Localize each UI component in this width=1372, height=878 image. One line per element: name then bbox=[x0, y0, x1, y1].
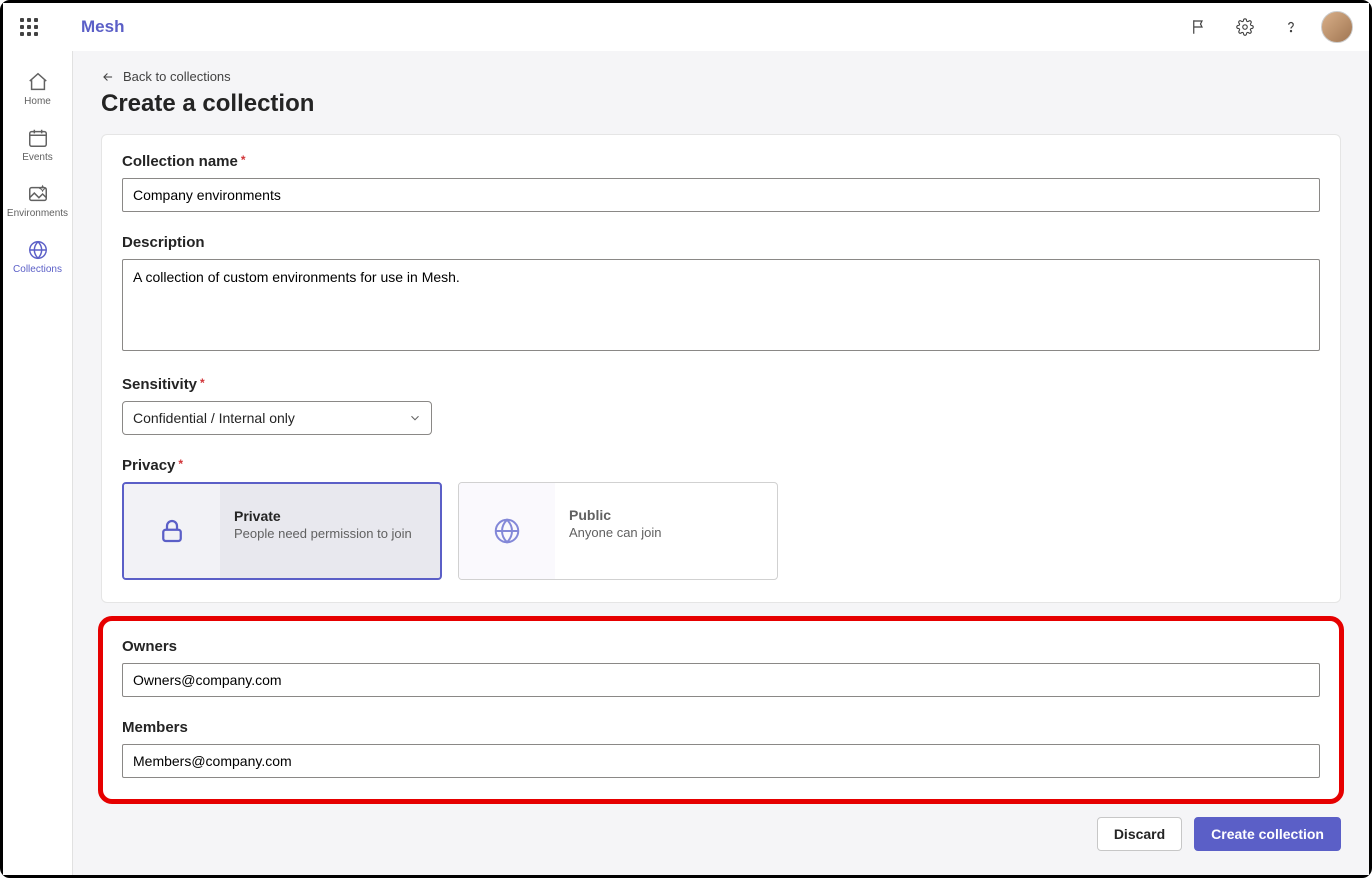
back-label: Back to collections bbox=[123, 69, 231, 84]
lock-icon bbox=[157, 516, 187, 546]
nav-rail: Home Events Environments Collections bbox=[3, 51, 73, 875]
label-description: Description bbox=[122, 234, 1320, 251]
help-button[interactable] bbox=[1275, 11, 1307, 43]
page-title: Create a collection bbox=[101, 90, 1341, 118]
globe-icon bbox=[26, 238, 50, 262]
privacy-desc: Anyone can join bbox=[569, 525, 765, 540]
rail-item-collections[interactable]: Collections bbox=[5, 233, 71, 279]
feedback-button[interactable] bbox=[1183, 11, 1215, 43]
sensitivity-value: Confidential / Internal only bbox=[133, 410, 295, 426]
gear-icon bbox=[1236, 18, 1254, 36]
back-link[interactable]: Back to collections bbox=[101, 69, 231, 84]
label-owners: Owners bbox=[122, 638, 1320, 655]
privacy-option-private[interactable]: Private People need permission to join bbox=[122, 482, 442, 580]
collection-name-input[interactable] bbox=[122, 178, 1320, 212]
topbar-actions bbox=[1183, 11, 1359, 43]
owners-input[interactable] bbox=[122, 663, 1320, 697]
label-sensitivity: Sensitivity* bbox=[122, 376, 1320, 393]
globe-icon bbox=[492, 516, 522, 546]
settings-button[interactable] bbox=[1229, 11, 1261, 43]
rail-label: Home bbox=[24, 96, 51, 107]
rail-item-environments[interactable]: Environments bbox=[5, 177, 71, 223]
required-indicator: * bbox=[241, 153, 246, 167]
form-card: Collection name* Description Sensitivity… bbox=[101, 134, 1341, 603]
main-content: Back to collections Create a collection … bbox=[73, 51, 1369, 875]
rail-label: Collections bbox=[13, 264, 62, 275]
footer-actions: Discard Create collection bbox=[101, 817, 1341, 851]
sensitivity-select[interactable]: Confidential / Internal only bbox=[122, 401, 432, 435]
image-sparkle-icon bbox=[26, 182, 50, 206]
app-title: Mesh bbox=[81, 17, 124, 37]
rail-item-home[interactable]: Home bbox=[5, 65, 71, 111]
label-members: Members bbox=[122, 719, 1320, 736]
create-collection-button[interactable]: Create collection bbox=[1194, 817, 1341, 851]
privacy-title: Public bbox=[569, 507, 765, 523]
app-launcher-button[interactable] bbox=[11, 9, 47, 45]
topbar: Mesh bbox=[3, 3, 1369, 51]
rail-item-events[interactable]: Events bbox=[5, 121, 71, 167]
label-collection-name: Collection name* bbox=[122, 153, 1320, 170]
privacy-option-public[interactable]: Public Anyone can join bbox=[458, 482, 778, 580]
label-privacy: Privacy* bbox=[122, 457, 1320, 474]
required-indicator: * bbox=[200, 376, 205, 390]
waffle-icon bbox=[20, 18, 38, 36]
calendar-icon bbox=[26, 126, 50, 150]
arrow-left-icon bbox=[101, 70, 115, 84]
discard-button[interactable]: Discard bbox=[1097, 817, 1182, 851]
help-icon bbox=[1282, 18, 1300, 36]
privacy-desc: People need permission to join bbox=[234, 526, 428, 541]
home-icon bbox=[26, 70, 50, 94]
avatar[interactable] bbox=[1321, 11, 1353, 43]
rail-label: Events bbox=[22, 152, 53, 163]
description-input[interactable] bbox=[122, 259, 1320, 351]
required-indicator: * bbox=[178, 457, 183, 471]
rail-label: Environments bbox=[7, 208, 68, 219]
owners-members-card: Owners Members bbox=[101, 619, 1341, 801]
flag-icon bbox=[1190, 18, 1208, 36]
privacy-title: Private bbox=[234, 508, 428, 524]
members-input[interactable] bbox=[122, 744, 1320, 778]
